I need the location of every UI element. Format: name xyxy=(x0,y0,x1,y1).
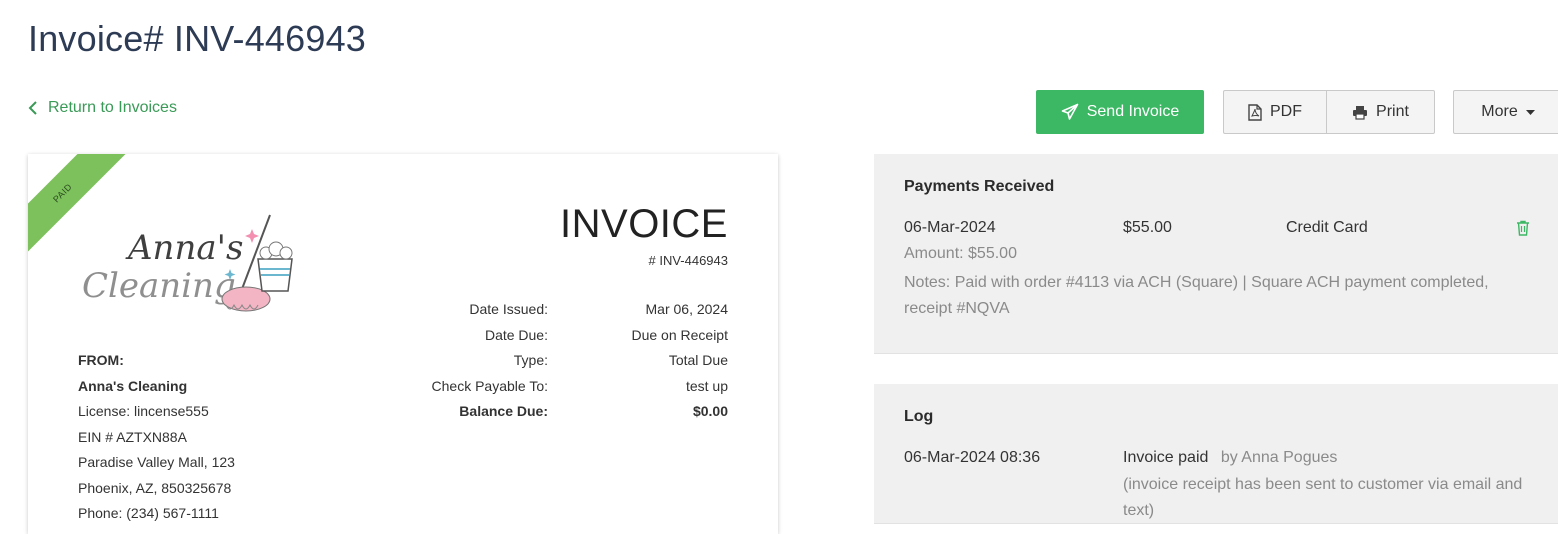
log-panel: Log 06-Mar-2024 08:36 Invoice paid by An… xyxy=(874,384,1558,524)
caret-down-icon xyxy=(1525,109,1535,115)
from-address-block: FROM: Anna's Cleaning License: lincense5… xyxy=(78,348,235,527)
log-timestamp: 06-Mar-2024 08:36 xyxy=(904,449,1041,466)
pdf-button[interactable]: PDF xyxy=(1223,90,1327,134)
balance-due-label: Balance Due: xyxy=(459,403,548,419)
payment-date: 06-Mar-2024 xyxy=(904,219,996,236)
svg-text:Anna's: Anna's xyxy=(125,228,243,268)
page-title: Invoice# INV-446943 xyxy=(28,18,367,59)
from-heading: FROM: xyxy=(78,352,124,368)
svg-text:Cleaning: Cleaning xyxy=(82,266,236,306)
payments-received-title: Payments Received xyxy=(904,178,1055,195)
type-value: Total Due xyxy=(668,352,728,368)
payment-notes: Notes: Paid with order #4113 via ACH (Sq… xyxy=(904,274,1489,317)
balance-due-value: $0.00 xyxy=(692,403,728,419)
payments-received-panel: Payments Received 06-Mar-2024 $55.00 Cre… xyxy=(874,154,1558,354)
date-due-value: Due on Receipt xyxy=(631,326,728,343)
payment-amount-line: Amount: $55.00 xyxy=(904,245,1017,262)
check-payable-label: Check Payable To: xyxy=(431,377,548,394)
printer-icon xyxy=(1353,105,1368,120)
more-dropdown-button[interactable]: More xyxy=(1453,90,1558,134)
log-title: Log xyxy=(904,408,934,425)
print-button[interactable]: Print xyxy=(1326,90,1435,134)
pdf-file-icon xyxy=(1248,103,1262,121)
date-issued-label: Date Issued: xyxy=(469,301,548,317)
check-payable-value: test up xyxy=(685,377,728,394)
more-label: More xyxy=(1481,103,1518,120)
from-license: License: lincense555 xyxy=(78,403,209,419)
payment-method: Credit Card xyxy=(1286,219,1368,236)
chevron-left-icon xyxy=(28,101,37,115)
paper-plane-icon xyxy=(1061,103,1079,120)
invoice-meta-values: Mar 06, 2024 Due on Receipt Total Due te… xyxy=(631,297,728,425)
log-event-author: by Anna Pogues xyxy=(1220,449,1338,466)
return-link-label: Return to Invoices xyxy=(48,99,177,116)
invoice-number: # INV-446943 xyxy=(648,253,728,268)
invoice-heading: INVOICE xyxy=(560,202,728,246)
delete-payment-trash-icon[interactable] xyxy=(1516,220,1530,236)
date-due-label: Date Due: xyxy=(484,326,548,343)
invoice-preview: PAID Anna's Cleaning INVOICE # INV-44694… xyxy=(28,154,778,534)
from-address-line1: Paradise Valley Mall, 123 xyxy=(78,454,235,470)
pdf-label: PDF xyxy=(1270,103,1302,120)
from-company-name: Anna's Cleaning xyxy=(78,377,188,394)
from-address-line2: Phoenix, AZ, 850325678 xyxy=(78,479,232,496)
send-invoice-label: Send Invoice xyxy=(1086,103,1180,120)
log-event-detail: (invoice receipt has been sent to custom… xyxy=(1123,476,1523,519)
company-logo: Anna's Cleaning xyxy=(82,214,293,312)
invoice-meta-labels: Date Issued: Date Due: Type: Check Payab… xyxy=(432,297,548,425)
from-phone: Phone: (234) 567-1111 xyxy=(78,505,219,521)
type-label: Type: xyxy=(513,352,548,368)
log-event-name: Invoice paid xyxy=(1123,449,1209,466)
print-label: Print xyxy=(1376,103,1409,120)
date-issued-value: Mar 06, 2024 xyxy=(645,301,729,317)
log-event: Invoice paid by Anna Pogues xyxy=(1123,449,1337,467)
send-invoice-button[interactable]: Send Invoice xyxy=(1036,90,1204,134)
payment-amount: $55.00 xyxy=(1123,219,1172,236)
return-to-invoices-link[interactable]: Return to Invoices xyxy=(28,99,177,117)
from-ein: EIN # AZTXN88A xyxy=(78,428,187,445)
